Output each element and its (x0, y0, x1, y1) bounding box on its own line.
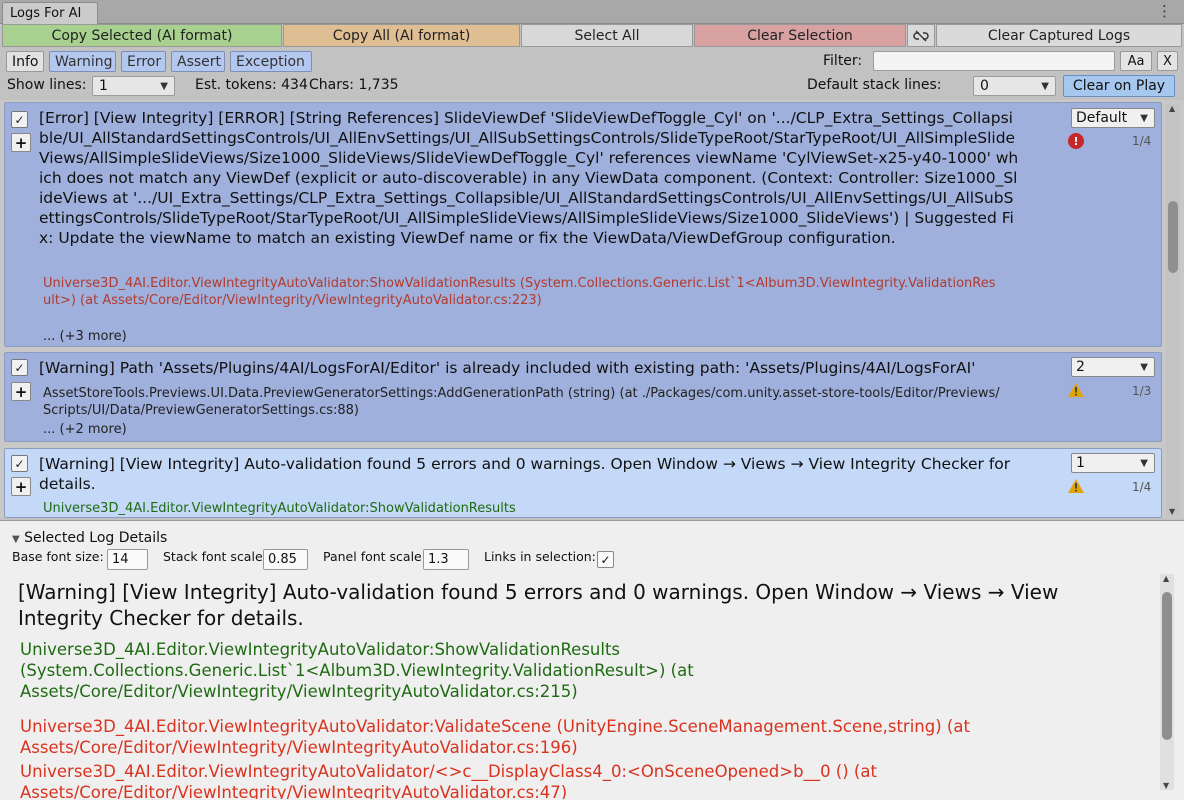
window-menu-icon[interactable]: ⋮ (1157, 3, 1172, 19)
stack-lines-value: 2 (1076, 359, 1085, 375)
estimated-tokens: Est. tokens: 434 (195, 77, 308, 93)
more-stack-link[interactable]: ... (+3 more) (43, 329, 127, 344)
chevron-down-icon: ▼ (1140, 362, 1148, 373)
char-count: Chars: 1,735 (309, 77, 399, 93)
chevron-down-icon: ▼ (1041, 81, 1049, 92)
stack-lines-value: Default (1076, 110, 1128, 126)
details-header[interactable]: ▼ Selected Log Details (12, 530, 167, 546)
details-scrollbar[interactable]: ▲ ▼ (1160, 574, 1174, 790)
warning-icon (1068, 383, 1084, 397)
stack-lines-dropdown[interactable]: Default ▼ (1071, 108, 1155, 128)
details-stack-line[interactable]: Universe3D_4AI.Editor.ViewIntegrityAutoV… (20, 716, 1140, 758)
foldout-arrow-icon: ▼ (12, 534, 20, 545)
panel-font-scale-input[interactable]: 1.3 (423, 549, 469, 570)
scroll-down-icon[interactable]: ▼ (1169, 507, 1175, 516)
log-counter: 1/4 (1132, 480, 1152, 494)
log-list-scrollbar[interactable]: ▲ ▼ (1166, 104, 1180, 516)
log-message: [Error] [View Integrity] [ERROR] [String… (39, 109, 1019, 247)
show-lines-label: Show lines: (7, 77, 87, 93)
expand-stack-button[interactable]: + (11, 382, 31, 401)
details-content[interactable]: [Warning] [View Integrity] Auto-validati… (0, 575, 1158, 799)
chevron-down-icon: ▼ (1140, 113, 1148, 124)
stack-font-scale-input[interactable]: 0.85 (263, 549, 308, 570)
clear-on-play-toggle[interactable]: Clear on Play (1063, 75, 1175, 97)
unlink-icon (913, 30, 929, 41)
clear-captured-logs-button[interactable]: Clear Captured Logs (936, 24, 1182, 47)
filter-exception-toggle[interactable]: Exception (230, 51, 312, 72)
filter-assert-toggle[interactable]: Assert (171, 51, 225, 72)
scroll-up-icon[interactable]: ▲ (1169, 104, 1175, 113)
toolbar: Copy Selected (AI format) Copy All (AI f… (0, 24, 1184, 47)
checkmark-icon: ✓ (14, 360, 25, 375)
select-all-button[interactable]: Select All (521, 24, 693, 47)
panel-font-scale-label: Panel font scale: (323, 549, 426, 564)
chevron-down-icon: ▼ (1140, 458, 1148, 469)
selected-log-details: ▼ Selected Log Details Base font size: 1… (0, 520, 1184, 800)
error-icon: ! (1068, 133, 1084, 149)
log-message: [Warning] [View Integrity] Auto-validati… (39, 455, 1011, 493)
base-font-size-label: Base font size: (12, 549, 104, 564)
details-stack-line[interactable]: Universe3D_4AI.Editor.ViewIntegrityAutoV… (20, 761, 1140, 799)
filter-label: Filter: (823, 53, 863, 69)
log-stack-trace[interactable]: Universe3D_4AI.Editor.ViewIntegrityAutoV… (43, 276, 1003, 309)
warning-icon (1068, 479, 1084, 493)
chevron-down-icon: ▼ (160, 81, 168, 92)
copy-selected-button[interactable]: Copy Selected (AI format) (2, 24, 282, 47)
scrollbar-thumb[interactable] (1162, 592, 1172, 740)
stack-lines-value: 1 (1076, 455, 1085, 471)
log-list[interactable]: ✓ + [Error] [View Integrity] [ERROR] [St… (0, 100, 1184, 518)
scroll-down-icon[interactable]: ▼ (1163, 781, 1169, 790)
log-entry[interactable]: ✓ + [Error] [View Integrity] [ERROR] [St… (4, 102, 1162, 347)
stack-lines-dropdown[interactable]: 2 ▼ (1071, 357, 1155, 377)
log-select-checkbox[interactable]: ✓ (11, 359, 28, 376)
scrollbar-thumb[interactable] (1168, 201, 1178, 273)
expand-stack-button[interactable]: + (11, 133, 31, 152)
default-stack-lines-label: Default stack lines: (807, 77, 942, 93)
base-font-size-input[interactable]: 14 (107, 549, 148, 570)
filter-warning-toggle[interactable]: Warning (49, 51, 116, 72)
checkmark-icon: ✓ (14, 456, 25, 471)
log-message: [Warning] Path 'Assets/Plugins/4AI/LogsF… (39, 359, 976, 377)
log-counter: 1/3 (1132, 384, 1152, 398)
clear-selection-button[interactable]: Clear Selection (694, 24, 906, 47)
log-select-checkbox[interactable]: ✓ (11, 455, 28, 472)
stack-lines-dropdown[interactable]: 1 ▼ (1071, 453, 1155, 473)
show-lines-value: 1 (99, 78, 108, 94)
link-toggle-button[interactable] (907, 24, 935, 47)
log-entry-selected[interactable]: ✓ + [Warning] [View Integrity] Auto-vali… (4, 448, 1162, 518)
log-stack-trace[interactable]: Universe3D_4AI.Editor.ViewIntegrityAutoV… (43, 501, 1003, 518)
links-in-selection-label: Links in selection: (484, 549, 596, 564)
checkmark-icon: ✓ (600, 552, 611, 567)
log-entry[interactable]: ✓ + [Warning] Path 'Assets/Plugins/4AI/L… (4, 352, 1162, 442)
tab-logs-for-ai[interactable]: Logs For AI (2, 2, 98, 24)
tab-bar: Logs For AI ⋮ (0, 0, 1184, 24)
details-message: [Warning] [View Integrity] Auto-validati… (18, 580, 1059, 630)
stack-font-scale-label: Stack font scale (163, 549, 263, 564)
default-stack-lines-value: 0 (980, 78, 989, 94)
filter-input[interactable] (873, 51, 1115, 71)
log-stack-trace[interactable]: AssetStoreTools.Previews.UI.Data.Preview… (43, 386, 1003, 419)
log-counter: 1/4 (1132, 134, 1152, 148)
default-stack-lines-dropdown[interactable]: 0 ▼ (973, 76, 1056, 96)
match-case-button[interactable]: Aa (1120, 51, 1152, 71)
copy-all-button[interactable]: Copy All (AI format) (283, 24, 520, 47)
details-title: Selected Log Details (24, 530, 168, 546)
filter-error-toggle[interactable]: Error (121, 51, 166, 72)
details-stack-line[interactable]: Universe3D_4AI.Editor.ViewIntegrityAutoV… (20, 639, 1140, 702)
more-stack-link[interactable]: ... (+2 more) (43, 422, 127, 437)
filter-info-toggle[interactable]: Info (6, 51, 44, 72)
links-in-selection-checkbox[interactable]: ✓ (597, 551, 614, 568)
checkmark-icon: ✓ (14, 112, 25, 127)
show-lines-dropdown[interactable]: 1 ▼ (92, 76, 175, 96)
clear-filter-button[interactable]: X (1157, 51, 1178, 71)
expand-stack-button[interactable]: + (11, 477, 31, 496)
log-select-checkbox[interactable]: ✓ (11, 111, 28, 128)
scroll-up-icon[interactable]: ▲ (1163, 574, 1169, 583)
